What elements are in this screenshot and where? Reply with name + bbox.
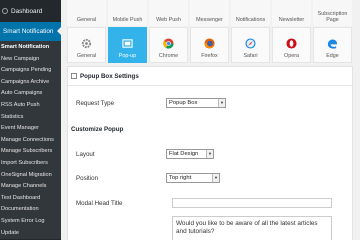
submenu-item[interactable]: Update (0, 228, 61, 240)
select-value: Top right (169, 175, 192, 181)
subtab-firefox[interactable]: Firefox (190, 27, 229, 63)
tab-label: General (76, 53, 97, 59)
subtab-popup[interactable]: Pop-up (108, 27, 147, 63)
position-label: Position (76, 175, 99, 182)
chevron-down-icon: ▼ (212, 174, 219, 182)
tab-newsletter[interactable]: Newsletter (272, 0, 311, 26)
subtab-edge[interactable]: Edge (313, 27, 352, 63)
tab-label: Edge (326, 53, 339, 59)
tab-subscription-page[interactable]: Subscription Page (313, 0, 352, 26)
tab-label: General (76, 17, 97, 23)
submenu-item[interactable]: Manage Connections (0, 135, 61, 147)
submenu-item[interactable]: RSS Auto Push (0, 100, 61, 112)
tab-mobile-push[interactable]: Mobile Push (108, 0, 147, 26)
tab-label: Newsletter (278, 17, 305, 23)
request-type-label: Request Type (76, 100, 115, 107)
settings-panel: Popup Box Settings Request Type Popup Bo… (67, 66, 353, 240)
submenu-item[interactable]: Smart Notification (0, 42, 61, 54)
tab-label: Messenger (196, 17, 223, 23)
panel-title: Popup Box Settings (80, 72, 139, 80)
select-value: Flat Design (169, 151, 199, 157)
submenu-item[interactable]: OneSignal Migration (0, 170, 61, 182)
firefox-icon (204, 38, 215, 49)
submenu-item[interactable]: System Error Log (0, 216, 61, 228)
submenu-item[interactable]: Statistics (0, 112, 61, 124)
opera-icon (286, 38, 297, 49)
customize-title: Customize Popup (71, 126, 124, 133)
panel-header: Popup Box Settings (68, 67, 352, 86)
chrome-icon (163, 38, 174, 49)
layout-select[interactable]: Flat Design ▼ (166, 149, 214, 159)
submenu-item[interactable]: Documentation (0, 204, 61, 216)
message-textarea[interactable]: Would you like to be aware of all the la… (172, 216, 332, 240)
submenu-item[interactable]: Campaigns Pending (0, 65, 61, 77)
layout-label: Layout (76, 151, 95, 158)
tab-label: Chrome (158, 53, 179, 59)
sidebar-item-dashboard[interactable]: Dashboard (0, 0, 61, 22)
tab-general[interactable]: General (67, 0, 106, 26)
tab-label: Opera (284, 53, 299, 59)
tab-messenger[interactable]: Messenger (190, 0, 229, 26)
head-title-label: Modal Head Title (76, 200, 123, 207)
chevron-down-icon: ▼ (218, 99, 225, 107)
main-content: General Mobile Push Web Push Messenger N… (61, 0, 360, 240)
chevron-down-icon: ▼ (206, 150, 213, 158)
tab-label: Subscription Page (317, 11, 348, 23)
edge-icon (327, 38, 338, 49)
submenu-item[interactable]: Manage Subscribers (0, 146, 61, 158)
submenu-item[interactable]: Test Dashboard (0, 193, 61, 205)
dashboard-icon (2, 8, 8, 14)
position-select[interactable]: Top right ▼ (166, 173, 220, 183)
tab-label: Pop-up (118, 53, 137, 59)
tab-label: Web Push (156, 17, 181, 23)
tab-notifications[interactable]: Notifications (231, 0, 270, 26)
platform-tabs: General Mobile Push Web Push Messenger N… (67, 0, 354, 26)
tab-label: Mobile Push (112, 17, 143, 23)
submenu-item[interactable]: Manage Channels (0, 181, 61, 193)
subtab-chrome[interactable]: Chrome (149, 27, 188, 63)
request-type-select[interactable]: Popup Box ▼ (166, 98, 226, 108)
submenu-item[interactable]: New Campaign (0, 54, 61, 66)
submenu-item[interactable]: Import Subscribers (0, 158, 61, 170)
sidebar-item-smart-notification[interactable]: Smart Notification (0, 22, 61, 41)
gear-icon (81, 38, 92, 49)
sidebar-item-label: Smart Notification (3, 28, 54, 35)
popup-icon (122, 38, 133, 49)
subtab-opera[interactable]: Opera (272, 27, 311, 63)
tab-web-push[interactable]: Web Push (149, 0, 188, 26)
submenu-item[interactable]: Auto Campaigns (0, 88, 61, 100)
tab-label: Notifications (235, 17, 266, 23)
sidebar-item-label: Dashboard (11, 7, 43, 15)
tab-label: Firefox (201, 53, 218, 59)
submenu-item[interactable]: Campaigns Archive (0, 77, 61, 89)
submenu-item[interactable]: Event Manager (0, 123, 61, 135)
subtab-general[interactable]: General (67, 27, 106, 63)
tab-label: Safari (243, 53, 258, 59)
collapse-icon[interactable] (71, 73, 77, 79)
head-title-input[interactable] (172, 198, 332, 208)
safari-icon (245, 38, 256, 49)
select-value: Popup Box (169, 100, 198, 106)
sidebar-submenu: Smart Notification New Campaign Campaign… (0, 41, 61, 240)
admin-sidebar: Dashboard Smart Notification Smart Notif… (0, 0, 61, 240)
subtab-safari[interactable]: Safari (231, 27, 270, 63)
web-push-subtabs: General Pop-up Chrome Firefox Safari Ope… (67, 27, 354, 63)
